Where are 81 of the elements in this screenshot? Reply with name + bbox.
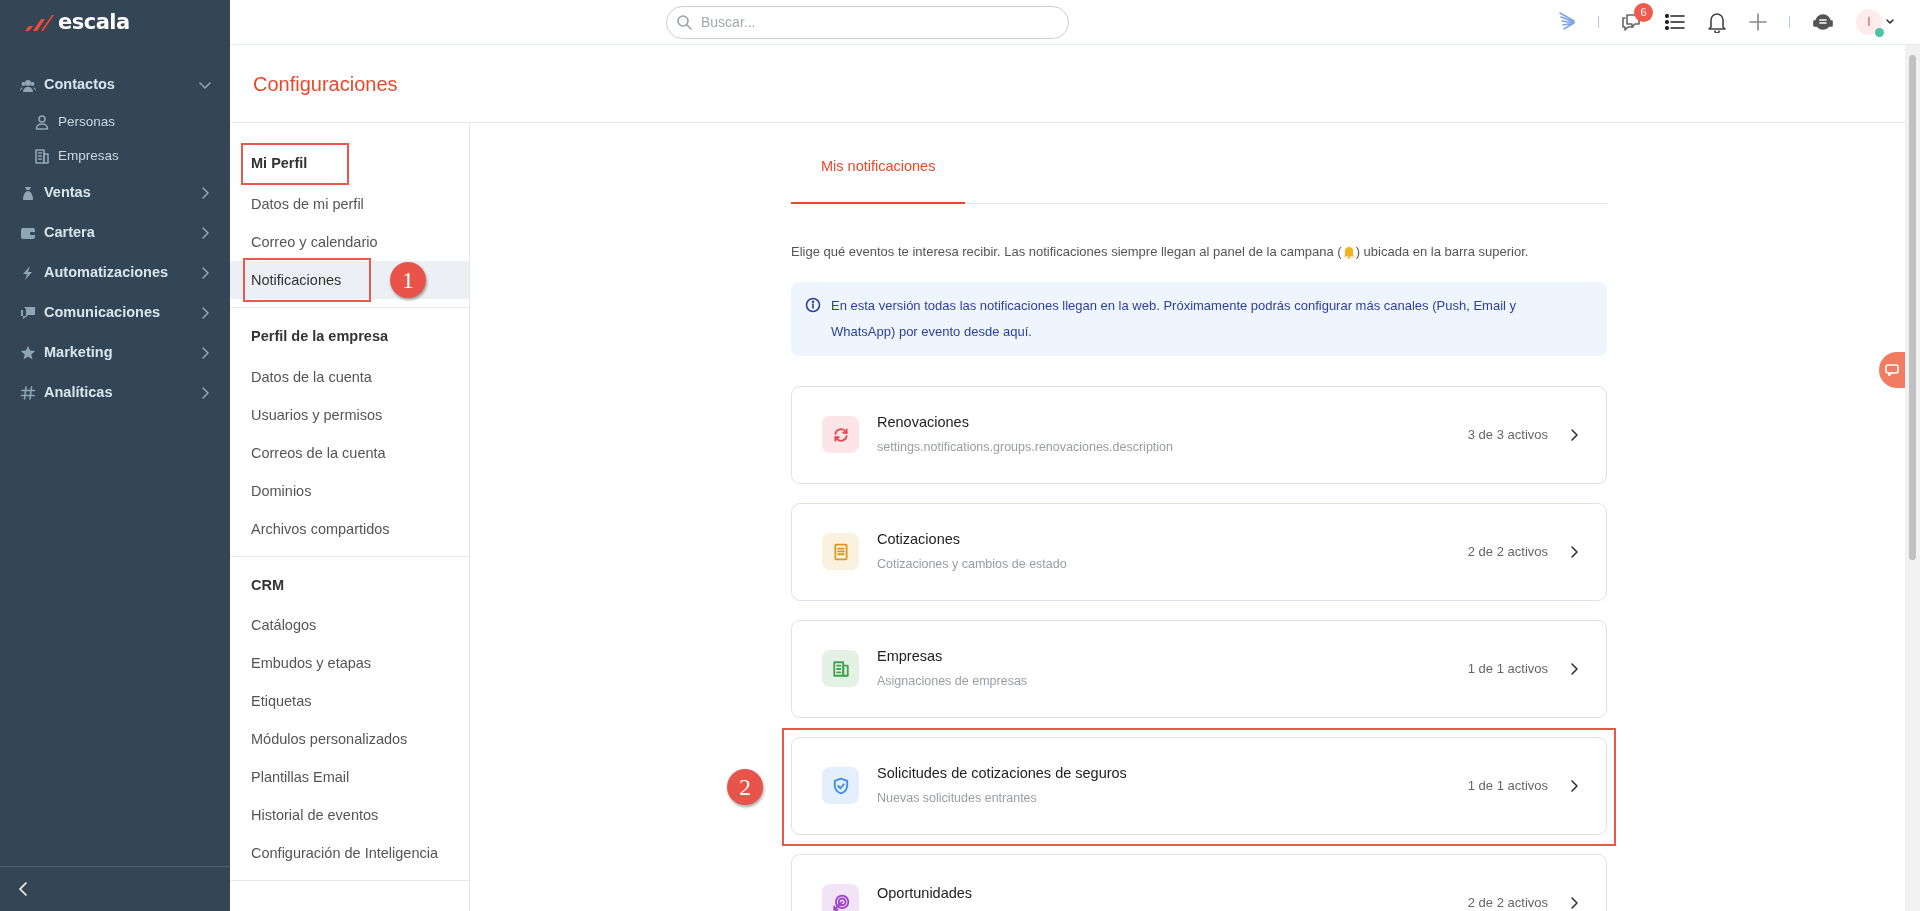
- floating-chat-button[interactable]: [1879, 352, 1905, 388]
- collapse-icon[interactable]: [16, 880, 30, 898]
- menu-item[interactable]: Catálogos: [243, 606, 347, 645]
- menu-item[interactable]: Configuración de Inteligencia: [243, 834, 468, 873]
- search-icon: [676, 13, 692, 30]
- menu-section-title: CRM: [250, 575, 286, 595]
- menu-item[interactable]: Etiquetas: [243, 682, 342, 721]
- menu-item[interactable]: Módulos personalizados: [243, 720, 438, 759]
- menu-item[interactable]: Historial de eventos: [243, 796, 409, 835]
- sidebar-item[interactable]: Marketing: [0, 333, 230, 373]
- menu-section-title: Mi Perfil: [241, 143, 350, 185]
- scrollbar[interactable]: [1905, 45, 1920, 911]
- menu-item[interactable]: Embudos y etapas: [243, 644, 402, 683]
- info-icon: [805, 296, 821, 313]
- sidebar-subitem[interactable]: Personas: [0, 105, 230, 139]
- sidebar-subitem[interactable]: Empresas: [0, 139, 230, 173]
- bell-icon: [1341, 244, 1356, 259]
- avatar-initial: I: [1867, 14, 1871, 31]
- logo-text: escala: [58, 12, 130, 33]
- menu-item[interactable]: Correos de la cuenta: [243, 433, 416, 472]
- description-text: ) ubicada en la barra superior.: [1355, 243, 1529, 261]
- chevron-right-icon[interactable]: [1568, 778, 1580, 793]
- notification-count: 6: [1634, 3, 1653, 22]
- group-description: Asignaciones de empresas: [877, 673, 1029, 690]
- shopping-bag-icon: [20, 185, 36, 201]
- building-icon: [34, 148, 50, 164]
- active-count: 2 de 2 activos: [1467, 893, 1548, 911]
- sidebar-item[interactable]: Contactos: [0, 65, 230, 105]
- group-description: Cotizaciones y cambios de estado: [877, 556, 1068, 573]
- menu-item[interactable]: Notificaciones: [243, 257, 372, 302]
- sidebar-item[interactable]: Analíticas: [0, 373, 230, 413]
- menu-item[interactable]: Datos de mi perfil: [243, 184, 394, 223]
- chevron-right-icon[interactable]: [1568, 544, 1580, 559]
- plus-icon[interactable]: [1749, 13, 1767, 31]
- hash-icon: [20, 385, 36, 401]
- menu-item[interactable]: Dominios: [243, 471, 342, 510]
- user-avatar[interactable]: I: [1856, 9, 1882, 35]
- sidebar-item[interactable]: Automatizaciones: [0, 253, 230, 293]
- active-count: 1 de 1 activos: [1467, 659, 1548, 678]
- sidebar-item[interactable]: Ventas: [0, 173, 230, 213]
- group-description: Nuevas solicitudes entrantes: [877, 790, 1038, 807]
- caret-icon[interactable]: [1886, 19, 1894, 25]
- chevron-right-icon[interactable]: [1568, 661, 1580, 676]
- description-text: Elige qué eventos te interesa recibir. Las notificaciones siempre llegan al panel de la campana (: [791, 243, 1342, 261]
- group-title: Cotizaciones: [877, 530, 961, 550]
- active-count: 3 de 3 activos: [1467, 425, 1548, 444]
- bell-icon[interactable]: [1707, 11, 1727, 33]
- tab[interactable]: Mis notificaciones: [791, 156, 966, 204]
- menu-item[interactable]: Usuarios y permisos: [243, 395, 413, 434]
- star-icon: [20, 345, 36, 361]
- menu-item[interactable]: Archivos compartidos: [243, 509, 420, 548]
- chat-icon: [20, 305, 36, 321]
- step-number-marker: 2: [727, 768, 763, 805]
- page-title: Configuraciones: [253, 71, 398, 96]
- menu-icon[interactable]: [1665, 14, 1685, 30]
- group-title: Oportunidades: [877, 883, 974, 903]
- chat-icon: [1885, 364, 1899, 376]
- chevron-right-icon[interactable]: [1568, 895, 1580, 910]
- group-title: Solicitudes de cotizaciones de seguros: [877, 764, 1128, 784]
- messages-icon[interactable]: [1621, 12, 1643, 32]
- menu-item[interactable]: Datos de la cuenta: [243, 357, 402, 396]
- group-title: Empresas: [877, 647, 944, 667]
- search-field[interactable]: Buscar...: [666, 5, 1069, 39]
- menu-item[interactable]: Plantillas Email: [243, 758, 380, 797]
- group-title: Renovaciones: [877, 413, 970, 433]
- headset-icon[interactable]: [1812, 12, 1834, 32]
- scrollbar-thumb[interactable]: [1909, 55, 1916, 560]
- group-description: settings.notifications.groups.renovaciones.description: [877, 439, 1174, 456]
- person-icon: [34, 114, 50, 130]
- sidebar-item[interactable]: Cartera: [0, 213, 230, 253]
- active-count: 2 de 2 activos: [1467, 542, 1548, 561]
- logo-mark-icon: [24, 13, 54, 32]
- menu-section-title: Perfil de la empresa: [250, 326, 389, 346]
- active-count: 1 de 1 activos: [1467, 776, 1548, 795]
- chevron-right-icon[interactable]: [1568, 427, 1580, 442]
- sidebar-item[interactable]: Comunicaciones: [0, 293, 230, 333]
- wallet-icon: [20, 225, 36, 241]
- info-text: En esta versión todas las notificaciones llegan en la web. Próximamente podrás configurar más canales (Push, Email y WhatsApp) por evento desde aquí.: [831, 296, 1517, 341]
- users-icon: [20, 77, 36, 93]
- step-number-marker: 1: [390, 261, 426, 298]
- online-status-dot: [1875, 28, 1884, 37]
